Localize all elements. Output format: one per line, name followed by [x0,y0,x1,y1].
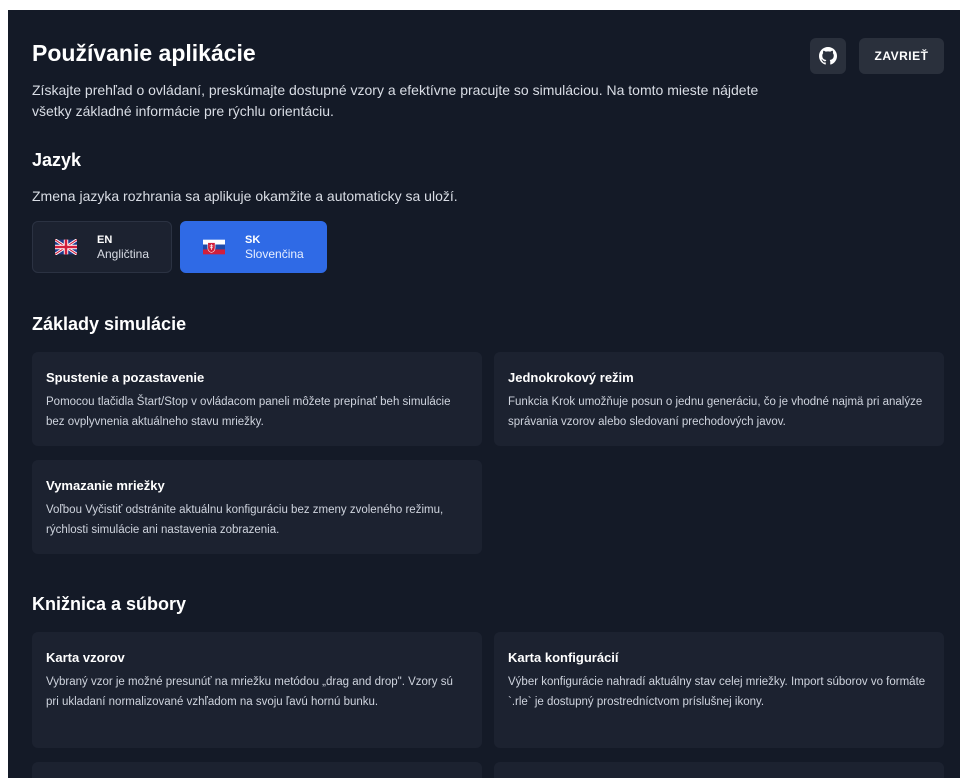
close-button[interactable]: ZAVRIEŤ [859,38,944,74]
info-card-configurations: Karta konfigurácií Výber konfigurácie na… [494,632,944,748]
github-icon [819,47,837,65]
card-title: Karta konfigurácií [508,650,619,665]
card-body: Voľbou Vyčistiť odstránite aktuálnu konf… [46,504,444,536]
card-title: Karta vzorov [46,650,125,665]
page-title: Používanie aplikácie [32,40,256,66]
info-card-patterns: Karta vzorov Vybraný vzor je možné presu… [32,632,482,748]
info-card-start-stop: Spustenie a pozastavenie Pomocou tlačidl… [32,352,482,446]
language-code: EN [97,233,113,246]
basics-section-title: Základy simulácie [32,314,187,334]
info-card-partial [32,762,482,778]
card-title: Jednokrokový režim [508,370,634,385]
language-option-en[interactable]: EN Angličtina [32,221,172,273]
github-button[interactable] [810,38,846,74]
card-title: Vymazanie mriežky [46,478,165,493]
help-modal: Používanie aplikácie Získajte prehľad o … [8,10,960,778]
library-section-title: Knižnica a súbory [32,594,187,614]
info-card-step-mode: Jednokrokový režim Funkcia Krok umožňuje… [494,352,944,446]
language-name: Slovenčina [245,246,304,261]
sk-flag-icon [203,239,225,255]
card-body: Funkcia Krok umožňuje posun o jednu gene… [508,396,923,428]
card-body: Pomocou tlačidla Štart/Stop v ovládacom … [46,396,451,428]
card-body: Vybraný vzor je možné presunúť na mriežk… [46,676,453,708]
page-description: Získajte prehľad o ovládaní, preskúmajte… [32,82,759,119]
language-name: Angličtina [97,246,150,261]
info-card-partial [494,762,944,778]
card-title: Spustenie a pozastavenie [46,370,205,385]
language-option-sk[interactable]: SK Slovenčina [180,221,327,273]
language-section-title: Jazyk [32,150,82,170]
language-code: SK [245,233,261,246]
card-body: Výber konfigurácie nahradí aktuálny stav… [508,676,926,708]
language-description: Zmena jazyka rozhrania sa aplikuje okamž… [32,188,458,204]
info-card-clear-grid: Vymazanie mriežky Voľbou Vyčistiť odstrá… [32,460,482,554]
uk-flag-icon [55,239,77,255]
